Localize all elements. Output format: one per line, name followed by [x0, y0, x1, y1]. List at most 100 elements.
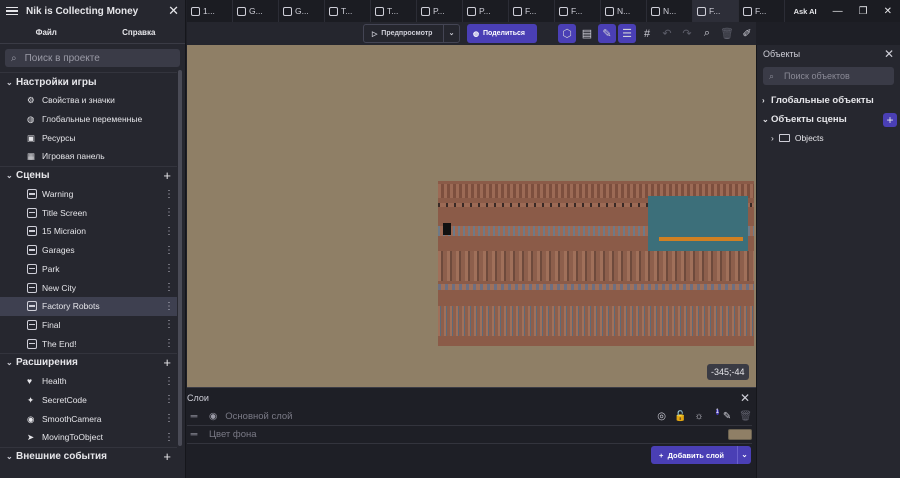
add-extension-icon[interactable]: + — [163, 355, 171, 370]
close-icon[interactable]: ✕ — [884, 47, 894, 61]
editor-tab[interactable]: G... — [279, 0, 325, 22]
scene-item-final[interactable]: Final ⋮ — [0, 316, 177, 335]
settings-item-properties[interactable]: ⚙ Свойства и значки — [0, 91, 177, 110]
layer-row-base[interactable]: ═ ◉ Основной слой ◎ 🔓 ☼ 1 ✎ 🗑 — [187, 408, 752, 426]
redo-icon[interactable]: ↷ — [678, 24, 696, 43]
more-options-icon[interactable]: ⋮ — [164, 413, 174, 424]
more-options-icon[interactable]: ⋮ — [164, 394, 174, 405]
layers-icon[interactable]: ☰ — [618, 24, 636, 43]
editor-tab[interactable]: F... — [509, 0, 555, 22]
background-color-swatch[interactable] — [728, 429, 752, 440]
extension-item-smoothcamera[interactable]: ◉ SmoothCamera ⋮ — [0, 409, 177, 428]
edit-pencil-icon[interactable]: ✎ — [598, 24, 616, 43]
ask-ai-button[interactable]: Ask AI — [786, 7, 825, 16]
more-options-icon[interactable]: ⋮ — [164, 189, 174, 200]
undo-icon[interactable]: ↶ — [658, 24, 676, 43]
more-options-icon[interactable]: ⋮ — [164, 263, 174, 274]
scene-item-the-end[interactable]: The End! ⋮ — [0, 334, 177, 353]
editor-tab[interactable]: P... — [417, 0, 463, 22]
global-objects-section[interactable]: › Глобальные объекты — [757, 91, 900, 110]
close-icon[interactable]: ✕ — [168, 3, 179, 19]
more-options-icon[interactable]: ⋮ — [164, 432, 174, 443]
scene-item-new-city[interactable]: New City ⋮ — [0, 278, 177, 297]
trash-icon[interactable]: 🗑 — [739, 411, 752, 422]
extension-item-movingtoobject[interactable]: ➤ MovingToObject ⋮ — [0, 428, 177, 447]
more-options-icon[interactable]: ⋮ — [164, 245, 174, 256]
objects-search-input[interactable]: ⌕ Поиск объектов — [763, 67, 894, 85]
editor-tab[interactable]: G... — [233, 0, 279, 22]
maximize-icon[interactable]: ❐ — [851, 6, 876, 17]
tab-file[interactable]: Файл — [0, 22, 93, 43]
editor-tab[interactable]: 1... — [187, 0, 233, 22]
grid-icon[interactable]: # — [638, 24, 656, 43]
scene-icon — [651, 6, 660, 16]
tab-help[interactable]: Справка — [93, 22, 186, 43]
add-external-event-icon[interactable]: + — [163, 449, 171, 464]
scene-item-factory-robots[interactable]: Factory Robots ⋮ — [0, 296, 177, 316]
editor-tab[interactable]: N... — [601, 0, 647, 22]
lock-icon[interactable]: 🔓 — [674, 411, 686, 422]
radio-icon[interactable]: ◉ — [209, 411, 217, 422]
section-scenes[interactable]: ⌄ Сцены + — [0, 165, 177, 185]
properties-icon[interactable]: ▤ — [578, 24, 596, 43]
objects-folder[interactable]: › Objects — [757, 129, 900, 147]
more-options-icon[interactable]: ⋮ — [164, 282, 174, 293]
preview-button[interactable]: ▷ Предпросмотр ⌄ — [363, 24, 460, 43]
eye-icon[interactable]: ◎ — [657, 411, 666, 422]
layer-name[interactable]: Основной слой — [225, 411, 292, 422]
scene-item-park[interactable]: Park ⋮ — [0, 260, 177, 279]
trash-icon[interactable]: 🗑 — [718, 24, 736, 43]
layers-panel-header: Слои ✕ — [187, 388, 756, 408]
close-icon[interactable]: ✕ — [740, 391, 750, 405]
more-options-icon[interactable]: ⋮ — [164, 338, 174, 349]
editor-tab[interactable]: F... — [555, 0, 601, 22]
tab-label: G... — [295, 6, 309, 16]
hamburger-menu-icon[interactable] — [6, 5, 18, 18]
more-options-icon[interactable]: ⋮ — [164, 376, 174, 387]
settings-item-resources[interactable]: ▣ Ресурсы — [0, 128, 177, 147]
more-options-icon[interactable]: ⋮ — [164, 226, 174, 237]
section-label: Глобальные объекты — [771, 95, 874, 106]
section-extensions[interactable]: ⌄ Расширения + — [0, 352, 177, 372]
edit-pencil-icon[interactable]: ✎ — [723, 411, 731, 422]
light-icon[interactable]: ☼ 1 — [694, 408, 719, 423]
section-external-events[interactable]: ⌄ Внешние события + — [0, 446, 177, 466]
edit-events-icon[interactable]: ✐ — [738, 24, 756, 43]
section-game-settings[interactable]: ⌄ Настройки игры — [0, 72, 177, 91]
editor-tab[interactable]: T... — [371, 0, 417, 22]
extension-item-health[interactable]: ♥ Health ⋮ — [0, 372, 177, 391]
share-button[interactable]: ◍ Поделиться — [467, 24, 537, 43]
more-options-icon[interactable]: ⋮ — [164, 207, 174, 218]
scene-item-title-screen[interactable]: Title Screen ⋮ — [0, 203, 177, 222]
drag-handle-icon[interactable]: ═ — [187, 411, 201, 422]
folder-icon — [778, 134, 790, 142]
add-layer-button[interactable]: + Добавить слой ⌄ — [651, 446, 751, 464]
settings-item-game-dashboard[interactable]: ▦ Игровая панель — [0, 147, 177, 166]
editor-tab-active[interactable]: F... — [693, 0, 739, 22]
more-options-icon[interactable]: ⋮ — [164, 319, 174, 330]
scene-objects-section[interactable]: ⌄ Объекты сцены + — [757, 110, 900, 129]
chevron-down-icon[interactable]: ⌄ — [737, 446, 751, 464]
scene-item-15-micraion[interactable]: 15 Micraion ⋮ — [0, 222, 177, 241]
project-search-input[interactable]: ⌕ Поиск в проекте — [5, 49, 180, 67]
editor-tab[interactable]: F... — [739, 0, 785, 22]
chevron-down-icon[interactable]: ⌄ — [443, 25, 459, 42]
editor-tab[interactable]: N... — [647, 0, 693, 22]
gear-icon: ⚙ — [27, 95, 35, 106]
minimize-icon[interactable]: — — [825, 6, 851, 17]
object-tool-icon[interactable]: ⬡ — [558, 24, 576, 43]
add-scene-icon[interactable]: + — [163, 168, 171, 183]
scene-icon — [27, 282, 37, 293]
more-options-icon[interactable]: ⋮ — [164, 301, 174, 312]
zoom-icon[interactable]: ⌕ — [698, 24, 716, 43]
close-icon[interactable]: ✕ — [876, 6, 900, 17]
editor-tab[interactable]: P... — [463, 0, 509, 22]
project-scrollbar[interactable] — [178, 70, 182, 446]
editor-tab[interactable]: T... — [325, 0, 371, 22]
extension-item-secretcode[interactable]: ✦ SecretCode ⋮ — [0, 391, 177, 410]
add-object-button[interactable]: + — [883, 112, 897, 127]
scene-item-warning[interactable]: Warning ⋮ — [0, 185, 177, 204]
scene-item-garages[interactable]: Garages ⋮ — [0, 241, 177, 260]
settings-item-global-variables[interactable]: ◍ Глобальные переменные — [0, 110, 177, 129]
scene-canvas[interactable]: -345;-44 — [187, 45, 756, 387]
